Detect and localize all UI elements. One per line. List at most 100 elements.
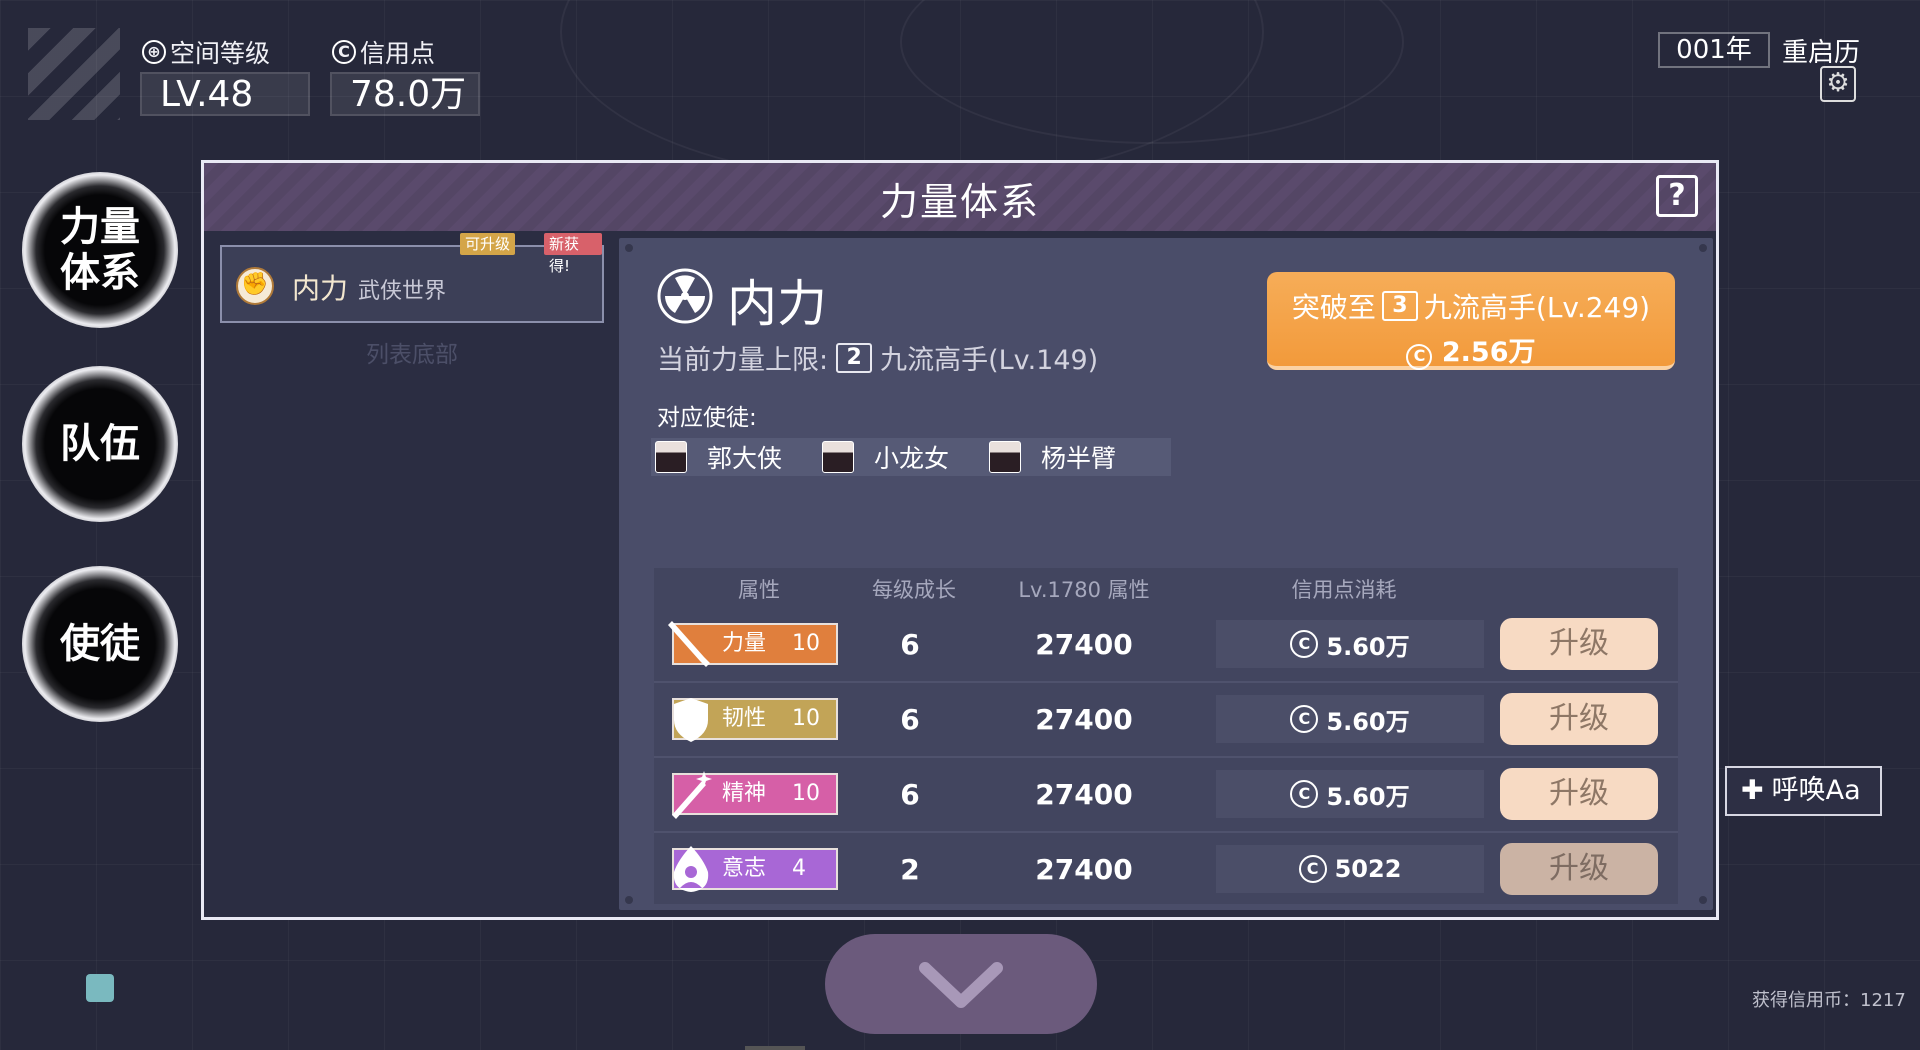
list-bottom-text: 列表底部 [366, 342, 458, 368]
system-list-item[interactable]: ✊ 内力 武侠世界 可升级 新获得! [220, 233, 604, 323]
table-row: 精神 10 6 27400 C 5.60万 升级 [654, 756, 1678, 833]
nav-team-label: 队伍 [60, 421, 140, 467]
attr-growth: 6 [900, 703, 920, 736]
nav-team[interactable]: 队伍 [22, 366, 178, 522]
summon-label: 呼唤Aa [1771, 775, 1861, 806]
attr-chip-strength: 力量 10 [668, 621, 838, 667]
attr-cost: C 5.60万 [1216, 770, 1484, 818]
attr-level: 10 [792, 781, 820, 806]
avatar [822, 441, 854, 473]
fist-icon: ✊ [236, 267, 274, 305]
header-credit-cost: 信用点消耗 [1291, 578, 1397, 602]
disciple-chip[interactable]: 郭大侠 [651, 438, 837, 476]
attr-cost: C 5.60万 [1216, 695, 1484, 743]
restart-calendar-label: 重启历 [1782, 38, 1861, 68]
upgrade-button[interactable]: 升级 [1500, 843, 1658, 895]
upgradable-badge: 可升级 [460, 233, 516, 255]
attr-cost: C 5022 [1216, 845, 1484, 893]
attr-level: 4 [792, 856, 806, 881]
header-attribute: 属性 [738, 578, 780, 602]
attr-level: 10 [792, 706, 820, 731]
nav-disciples[interactable]: 使徒 [22, 566, 178, 722]
attr-chip-will: 意志 4 [672, 846, 838, 892]
nav-power-system[interactable]: 力量 体系 [22, 172, 178, 328]
table-row: 意志 4 2 27400 C 5022 升级 [654, 831, 1678, 906]
credit-icon: C [1290, 780, 1319, 808]
attr-growth: 6 [900, 778, 920, 811]
magic-wand-icon [672, 771, 712, 819]
attr-name: 意志 [722, 856, 767, 881]
disciple-name: 小龙女 [874, 444, 950, 473]
shield-icon [674, 698, 708, 742]
attr-name: 韧性 [722, 706, 767, 731]
credit-value: 78.0万 [330, 72, 480, 116]
avatar [655, 441, 687, 473]
settings-gear-icon[interactable]: ⚙ [1820, 66, 1856, 102]
collapse-button[interactable] [825, 934, 1097, 1034]
credit-icon: C [1290, 705, 1319, 733]
year-display[interactable]: 001年 [1658, 32, 1770, 68]
attr-chip-toughness: 韧性 10 [672, 698, 838, 742]
space-level-value: LV.48 [140, 72, 310, 116]
breakthrough-title: 突破至 3 九流高手(Lv.249) [1267, 286, 1675, 326]
attr-cost: C 5.60万 [1216, 620, 1484, 668]
system-name: 内力 [727, 275, 827, 333]
avatar [989, 441, 1021, 473]
header-growth: 每级成长 [872, 578, 956, 602]
corner-dot [625, 896, 633, 904]
upgrade-button[interactable]: 升级 [1500, 618, 1658, 670]
breakthrough-target: 九流高手(Lv.249) [1423, 291, 1651, 324]
corner-dot [1699, 896, 1707, 904]
attr-value: 27400 [1035, 778, 1133, 811]
disciple-name: 杨半臂 [1041, 444, 1117, 473]
attr-value: 27400 [1035, 703, 1133, 736]
system-item-world: 武侠世界 [358, 279, 447, 304]
bottom-handle [745, 1046, 805, 1050]
attr-value: 27400 [1035, 628, 1133, 661]
table-row: 韧性 10 6 27400 C 5.60万 升级 [654, 681, 1678, 758]
attr-chip-spirit: 精神 10 [672, 771, 838, 819]
credit-icon: C [1290, 630, 1319, 658]
credit-icon: C [332, 40, 356, 64]
attr-growth: 2 [900, 853, 920, 886]
attr-growth: 6 [900, 628, 920, 661]
upgrade-button[interactable]: 升级 [1500, 693, 1658, 745]
power-system-panel: 力量体系 ? ✊ 内力 武侠世界 可升级 新获得! 列表底部 内力 当前力量上限… [201, 160, 1719, 920]
breakthrough-cost: C 2.56万 [1267, 330, 1675, 370]
panel-header: 力量体系 ? [204, 163, 1716, 231]
nav-disciples-label: 使徒 [60, 621, 140, 667]
system-detail-pane: 内力 当前力量上限: 2 九流高手(Lv.149) 突破至 3 九流高手(Lv.… [619, 238, 1713, 910]
corner-dot [1699, 244, 1707, 252]
system-item-name: 内力 [292, 272, 349, 305]
table-row: 力量 10 6 27400 C 5.60万 升级 [654, 606, 1678, 683]
disciple-chip[interactable]: 小龙女 [818, 438, 1004, 476]
disciple-chip[interactable]: 杨半臂 [985, 438, 1171, 476]
flame-icon [673, 846, 709, 892]
stripe-logo [28, 28, 120, 120]
corner-dot [625, 244, 633, 252]
chevron-down-icon [919, 962, 1003, 1008]
breakthrough-prefix: 突破至 [1291, 291, 1376, 324]
current-limit: 当前力量上限: 2 九流高手(Lv.149) [657, 338, 1098, 377]
square-indicator-icon[interactable] [86, 974, 114, 1002]
attr-name: 力量 [722, 631, 767, 656]
help-button[interactable]: ? [1656, 175, 1698, 217]
sword-icon [668, 621, 710, 667]
breakthrough-button[interactable]: 突破至 3 九流高手(Lv.249) C 2.56万 [1267, 272, 1675, 370]
panel-title: 力量体系 [879, 180, 1040, 224]
credit-label: C 信用点 [332, 34, 435, 70]
new-badge: 新获得! [544, 233, 602, 275]
header-level-value: Lv.1780 属性 [1018, 578, 1150, 602]
attr-level: 10 [792, 631, 820, 656]
attribute-table: 属性 每级成长 Lv.1780 属性 信用点消耗 力量 10 6 27400 C… [654, 568, 1678, 904]
upgrade-button[interactable]: 升级 [1500, 768, 1658, 820]
globe-icon: ⊕ [142, 40, 166, 64]
disciple-name: 郭大侠 [707, 444, 783, 473]
radiation-icon [657, 268, 713, 324]
space-level-label: ⊕ 空间等级 [142, 34, 270, 70]
current-limit-text: 九流高手(Lv.149) [880, 345, 1099, 376]
breakthrough-tier-badge: 3 [1381, 291, 1418, 321]
current-tier-badge: 2 [836, 342, 873, 373]
summon-button[interactable]: ✚ 呼唤Aa [1725, 766, 1882, 816]
attr-value: 27400 [1035, 853, 1133, 886]
